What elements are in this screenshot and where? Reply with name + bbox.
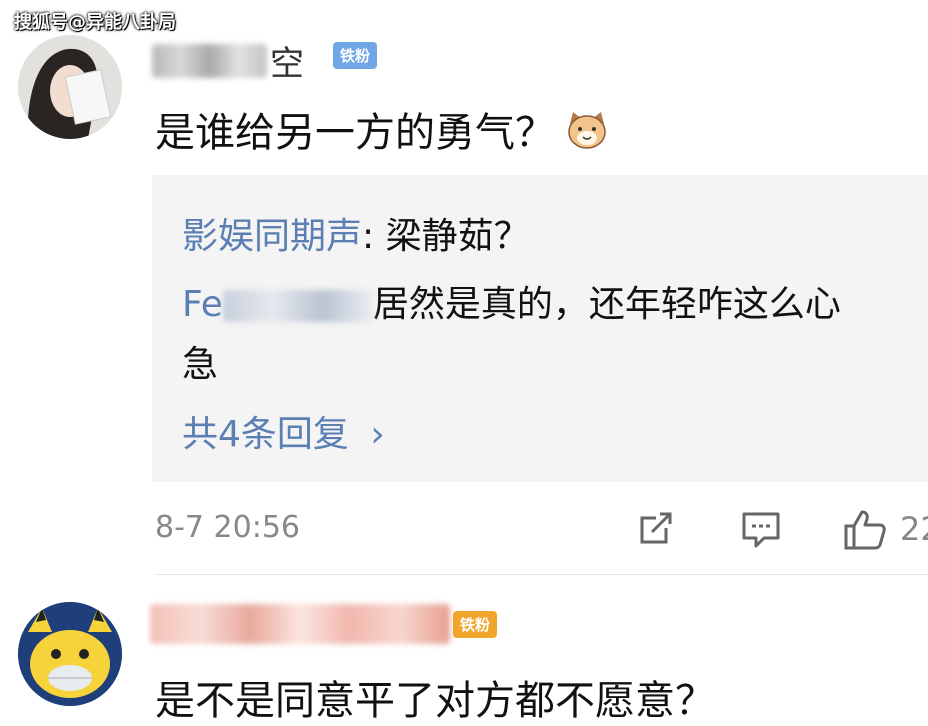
reply-text-continued: 急 — [182, 344, 219, 385]
reply-author-redacted — [222, 290, 373, 322]
reply-author[interactable]: 影娱同期声 — [182, 216, 362, 257]
username-tail: 空 — [270, 44, 304, 84]
reply-text: 梁静茹？ — [385, 216, 530, 257]
comment-text: 是不是同意平了对方都不愿意？ — [155, 678, 715, 724]
comment-timestamp: 8-7 20:56 — [155, 510, 300, 545]
reply-item: 影娱同期声: 梁静茹？ — [182, 207, 530, 259]
reply-box: 影娱同期声: 梁静茹？ Fe 居然是真的，还年轻咋这么心 急 共4条回复 › — [152, 175, 928, 482]
share-icon — [640, 512, 672, 544]
comment-button[interactable] — [740, 508, 782, 554]
comment-text: 是谁给另一方的勇气？ — [155, 100, 609, 160]
comment-icon — [742, 512, 780, 548]
like-button[interactable] — [842, 508, 888, 556]
reply-item: Fe 居然是真的，还年轻咋这么心 — [182, 275, 841, 327]
more-replies-label: 共4条回复 — [182, 414, 349, 455]
thumbs-up-icon — [844, 510, 886, 550]
reply-text: 居然是真的，还年轻咋这么心 — [372, 284, 841, 325]
view-all-replies-link[interactable]: 共4条回复 › — [182, 405, 385, 457]
reply-author[interactable]: Fe — [182, 284, 223, 325]
avatar[interactable] — [18, 35, 122, 139]
username-redacted[interactable] — [152, 44, 267, 78]
like-count: 22 — [900, 510, 928, 548]
cat-face-icon — [565, 110, 609, 160]
chevron-right-icon: › — [370, 414, 385, 455]
reply-separator: : — [362, 216, 386, 257]
share-button[interactable] — [636, 508, 676, 552]
username-redacted[interactable] — [150, 604, 450, 644]
divider — [155, 574, 928, 575]
comment-body: 是谁给另一方的勇气？ — [155, 110, 555, 156]
avatar[interactable] — [18, 602, 122, 706]
watermark: 搜狐号@异能八卦局 — [14, 12, 176, 33]
fan-badge: 铁粉 — [333, 42, 378, 69]
fan-badge: 铁粉 — [453, 611, 498, 638]
